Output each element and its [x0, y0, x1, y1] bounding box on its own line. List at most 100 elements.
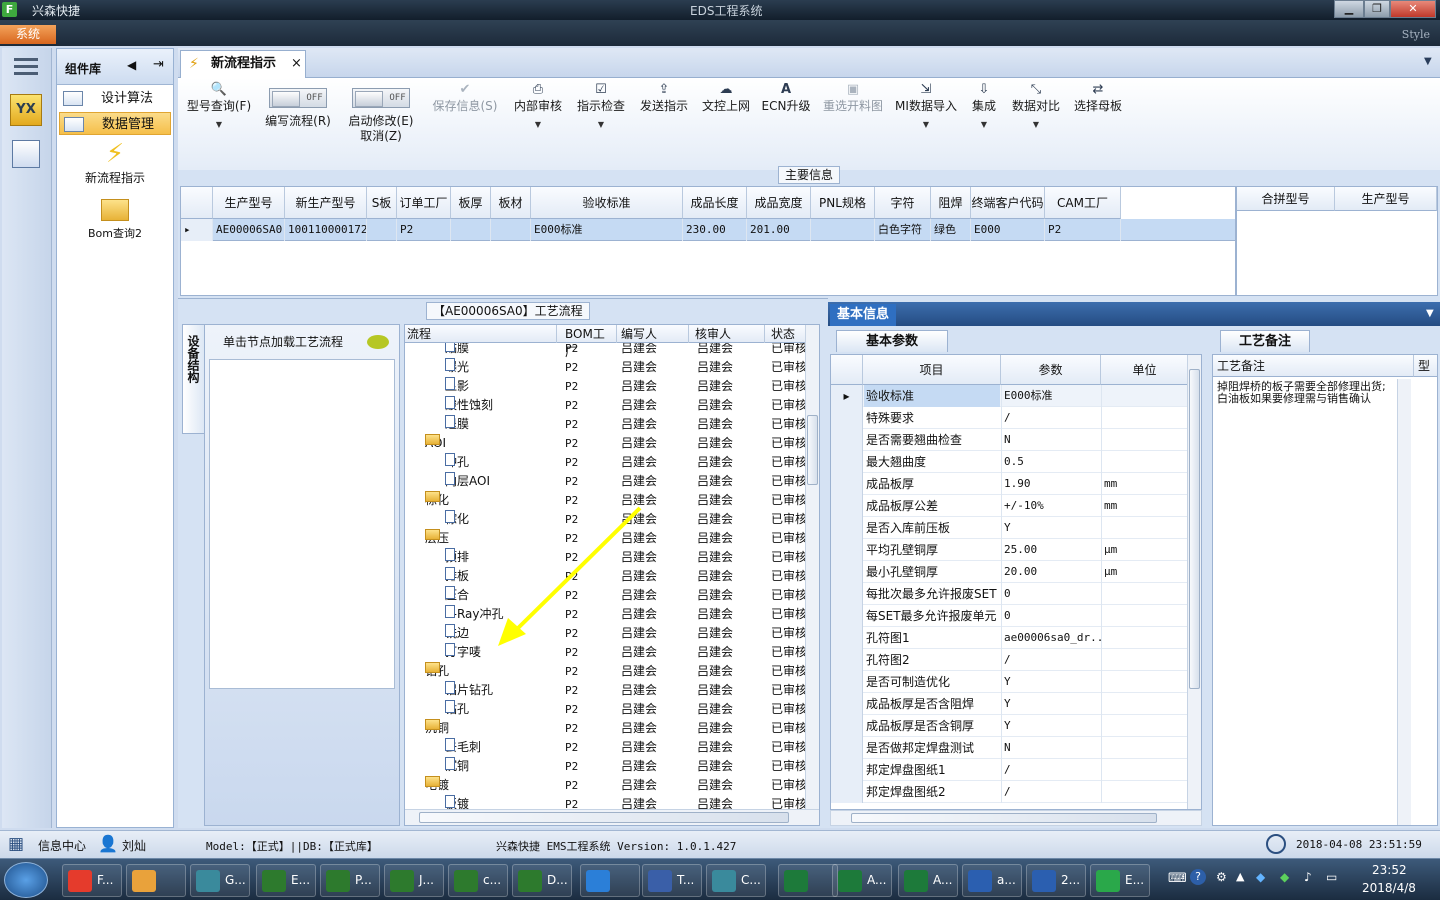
table-cell[interactable]: AE00006SA0: [213, 219, 285, 241]
sidebar-item-design-algorithm[interactable]: 设计算法: [59, 87, 171, 110]
tree-row[interactable]: 退膜 P2 吕建会 吕建会 已审核: [405, 415, 807, 434]
equipment-structure-tab[interactable]: 设备结构: [182, 324, 206, 434]
param-value-cell[interactable]: ae00006sa0_dr...: [1001, 627, 1101, 649]
row-selector[interactable]: [831, 715, 863, 737]
row-selector[interactable]: [831, 407, 863, 429]
row-selector[interactable]: [831, 649, 863, 671]
tree-row[interactable]: 显影 P2 吕建会 吕建会 已审核: [405, 377, 807, 396]
param-value-cell[interactable]: Y: [1001, 693, 1101, 715]
param-value-cell[interactable]: /: [1001, 407, 1101, 429]
horizontal-scrollbar[interactable]: [830, 810, 1202, 826]
tree-row[interactable]: −钻孔 P2 吕建会 吕建会 已审核: [405, 662, 807, 681]
column-header[interactable]: 项目: [863, 355, 1001, 385]
tree-node[interactable]: 曝光: [445, 358, 555, 377]
row-selector[interactable]: [831, 605, 863, 627]
scrollbar-thumb[interactable]: [851, 813, 1157, 823]
table-row[interactable]: 成品板厚 1.90 mm: [831, 473, 1189, 495]
row-selector[interactable]: [831, 627, 863, 649]
table-row[interactable]: 特殊要求 /: [831, 407, 1189, 429]
column-header[interactable]: PNL规格: [811, 187, 875, 219]
table-cell[interactable]: E000标准: [531, 219, 683, 241]
table-row[interactable]: 是否需要翘曲检查 N: [831, 429, 1189, 451]
table-row[interactable]: 邦定焊盘图纸2 /: [831, 781, 1189, 803]
taskbar-item[interactable]: [778, 864, 838, 897]
tree-node[interactable]: −电镀: [425, 776, 555, 795]
basic-info-title[interactable]: 基本信息: [830, 304, 896, 326]
taskbar-item[interactable]: G...: [190, 864, 250, 897]
table-row[interactable]: 孔符图1 ae00006sa0_dr...: [831, 627, 1189, 649]
save-info-button[interactable]: ✔ 保存信息(S): [428, 82, 502, 114]
tree-row[interactable]: 曝光 P2 吕建会 吕建会 已审核: [405, 358, 807, 377]
table-row[interactable]: 成品板厚是否含阻焊 Y: [831, 693, 1189, 715]
tree-node[interactable]: 酸性蚀刻: [445, 396, 555, 415]
tab-basic-params[interactable]: 基本参数: [836, 330, 948, 352]
tree-node[interactable]: −AOI: [425, 434, 555, 453]
row-selector[interactable]: [831, 429, 863, 451]
table-row[interactable]: 每批次最多允许报废SET 0: [831, 583, 1189, 605]
scrollbar-thumb[interactable]: [807, 415, 818, 485]
param-value-cell[interactable]: /: [1001, 649, 1101, 671]
row-selector[interactable]: [831, 561, 863, 583]
tree-node[interactable]: 贴膜: [445, 343, 555, 358]
table-row[interactable]: 成品板厚是否含铜厚 Y: [831, 715, 1189, 737]
mi-data-import-button[interactable]: ⇲ MI数据导入 ▼: [894, 82, 958, 132]
column-header[interactable]: 字符: [875, 187, 931, 219]
equipment-tree[interactable]: [209, 359, 395, 689]
table-cell[interactable]: [491, 219, 531, 241]
tree-node[interactable]: −沉铜: [425, 719, 555, 738]
taskbar-item[interactable]: D...: [512, 864, 572, 897]
tray-date[interactable]: 2018/4/8: [1362, 881, 1416, 895]
row-selector[interactable]: [831, 517, 863, 539]
table-cell[interactable]: 10011000017246: [285, 219, 367, 241]
param-value-cell[interactable]: E000标准: [1001, 385, 1101, 407]
tree-row[interactable]: 沉铜 P2 吕建会 吕建会 已审核: [405, 757, 807, 776]
column-header[interactable]: 订单工厂: [397, 187, 451, 219]
column-header[interactable]: 编写人: [619, 325, 689, 343]
tree-node[interactable]: −钻孔: [425, 662, 555, 681]
tab-dropdown-icon[interactable]: ▼: [1424, 56, 1432, 67]
table-cell[interactable]: 白色字符: [875, 219, 931, 241]
param-value-cell[interactable]: +/-10%: [1001, 495, 1101, 517]
column-header[interactable]: S板: [367, 187, 397, 219]
column-header[interactable]: 参数: [1001, 355, 1101, 385]
system-button[interactable]: 系统: [0, 25, 56, 44]
table-row[interactable]: 邦定焊盘图纸1 /: [831, 759, 1189, 781]
tree-node[interactable]: 板镀: [445, 795, 555, 809]
close-window-button[interactable]: ✕: [1390, 0, 1436, 18]
tree-node[interactable]: 内层AOI: [445, 472, 555, 491]
taskbar-item[interactable]: C...: [706, 864, 766, 897]
column-header[interactable]: 板厚: [451, 187, 491, 219]
panel-dropdown-icon[interactable]: ▼: [1426, 308, 1434, 319]
tray-time[interactable]: 23:52: [1372, 863, 1407, 877]
table-row[interactable]: 是否可制造优化 Y: [831, 671, 1189, 693]
dropdown-arrow-icon[interactable]: ▼: [894, 117, 958, 132]
tree-row[interactable]: 酸性蚀刻 P2 吕建会 吕建会 已审核: [405, 396, 807, 415]
doc-control-upload-button[interactable]: ☁ 文控上网: [698, 82, 754, 114]
tree-row[interactable]: 钻孔 P2 吕建会 吕建会 已审核: [405, 700, 807, 719]
column-header[interactable]: 核审人: [693, 325, 765, 343]
taskbar-item[interactable]: J...: [384, 864, 444, 897]
tree-node[interactable]: 显影: [445, 377, 555, 396]
column-header[interactable]: 成品长度: [683, 187, 747, 219]
table-cell[interactable]: 绿色: [931, 219, 971, 241]
table-cell[interactable]: 201.00: [747, 219, 811, 241]
table-row[interactable]: 是否做邦定焊盘测试 N: [831, 737, 1189, 759]
instruction-check-button[interactable]: ☑ 指示检查 ▼: [572, 82, 630, 132]
column-header[interactable]: 阻焊: [931, 187, 971, 219]
network-icon[interactable]: ▭: [1326, 870, 1337, 884]
scrollbar-thumb[interactable]: [1189, 369, 1200, 689]
dropdown-arrow-icon[interactable]: ▼: [572, 117, 630, 132]
taskbar-item[interactable]: P...: [320, 864, 380, 897]
app-tray-icon[interactable]: ◆: [1280, 870, 1289, 884]
send-instruction-button[interactable]: ⇪ 发送指示: [636, 82, 692, 114]
collapse-left-icon[interactable]: ◀: [127, 58, 136, 72]
dropdown-arrow-icon[interactable]: ▼: [1008, 117, 1064, 132]
param-value-cell[interactable]: /: [1001, 781, 1101, 803]
reselect-cutting-button[interactable]: ▣ 重选开料图: [818, 82, 888, 114]
model-query-button[interactable]: 🔍 型号查询(F) ▼: [184, 82, 254, 132]
tree-row[interactable]: 贴膜 P2 吕建会 吕建会 已审核: [405, 343, 807, 358]
param-value-cell[interactable]: N: [1001, 737, 1101, 759]
row-selector[interactable]: [831, 759, 863, 781]
hamburger-menu-icon[interactable]: [14, 58, 38, 76]
yx-module-icon[interactable]: YX: [10, 94, 42, 126]
